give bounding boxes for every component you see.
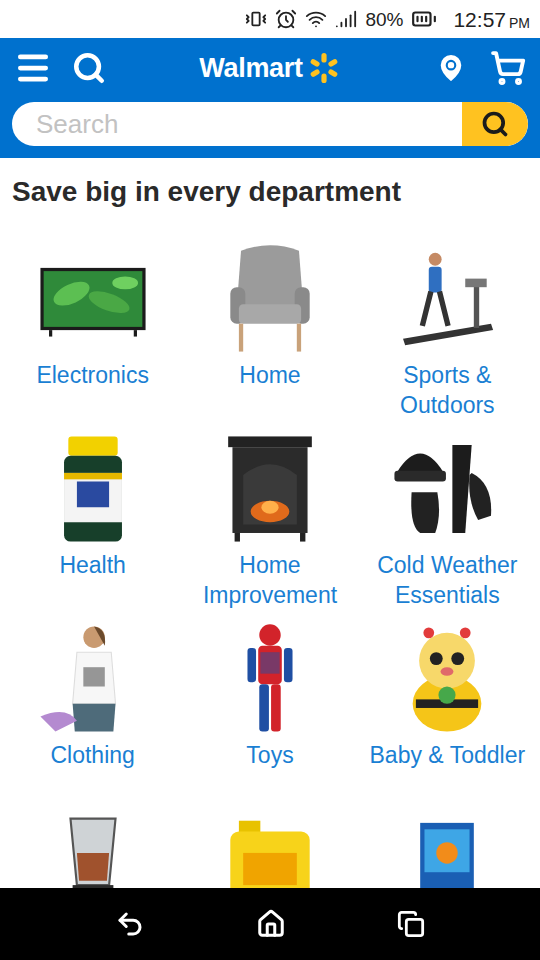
section-heading: Save big in every department	[0, 158, 540, 210]
department-image	[388, 234, 506, 358]
department-image	[34, 424, 152, 548]
location-icon[interactable]	[434, 51, 468, 85]
department-card[interactable]	[4, 804, 181, 888]
header: Walmart Search	[0, 38, 540, 158]
wifi-icon	[305, 8, 327, 30]
department-card[interactable]: Home Improvement	[181, 424, 358, 610]
signal-icon	[335, 8, 357, 30]
movie-icon	[388, 810, 506, 888]
recents-icon[interactable]	[397, 910, 425, 938]
spark-icon	[307, 51, 341, 85]
department-grid: Electronics Home Sports & Outdoors Health Ho…	[0, 234, 540, 888]
department-label: Baby & Toddler	[366, 738, 530, 800]
department-label: Toys	[242, 738, 297, 800]
logo[interactable]: Walmart	[164, 48, 376, 89]
home-icon[interactable]	[256, 909, 286, 939]
department-label: Health	[55, 548, 129, 610]
menu-icon[interactable]	[14, 49, 52, 87]
department-label: Home Improvement	[181, 548, 358, 610]
bee-toy-icon	[388, 620, 506, 738]
detergent-icon	[211, 810, 329, 888]
search-input[interactable]: Search	[12, 102, 462, 146]
fireplace-icon	[211, 430, 329, 548]
search-icon[interactable]	[72, 51, 106, 85]
department-image	[388, 804, 506, 888]
alarm-icon	[275, 8, 297, 30]
search-row: Search	[0, 98, 540, 146]
department-image	[34, 234, 152, 358]
department-card[interactable]	[359, 804, 536, 888]
department-image	[34, 804, 152, 888]
clock: 12:57PM	[453, 9, 530, 30]
clock-time: 12:57	[453, 9, 506, 30]
department-card[interactable]: Sports & Outdoors	[359, 234, 536, 420]
logo-text: Walmart	[199, 48, 302, 89]
department-label: Electronics	[32, 358, 152, 420]
department-image	[388, 614, 506, 738]
department-card[interactable]: Health	[4, 424, 181, 610]
content: Save big in every department Electronics H…	[0, 158, 540, 888]
left-actions	[14, 49, 164, 87]
back-icon[interactable]	[115, 909, 145, 939]
department-card[interactable]	[181, 804, 358, 888]
department-label: Clothing	[46, 738, 138, 800]
department-card[interactable]: Home	[181, 234, 358, 420]
battery-level: 80%	[365, 10, 403, 29]
top-bar: Walmart	[0, 38, 540, 98]
department-image	[211, 234, 329, 358]
search-button-icon	[481, 110, 509, 138]
department-image	[34, 614, 152, 738]
treadmill-icon	[388, 240, 506, 358]
navigation-bar	[0, 888, 540, 960]
department-card[interactable]: Electronics	[4, 234, 181, 420]
clothing-model-icon	[34, 620, 152, 738]
battery-icon	[411, 6, 437, 32]
department-card[interactable]: Baby & Toddler	[359, 614, 536, 800]
clock-period: PM	[509, 16, 530, 30]
tv-icon	[34, 240, 152, 358]
status-bar: 80% 12:57PM	[0, 0, 540, 38]
search-field: Search	[12, 102, 528, 146]
department-label: Home	[235, 358, 304, 420]
department-image	[211, 614, 329, 738]
action-figure-icon	[211, 620, 329, 738]
blender-icon	[34, 810, 152, 888]
right-actions	[376, 50, 526, 86]
cart-icon[interactable]	[490, 50, 526, 86]
hat-gloves-icon	[388, 430, 506, 548]
department-card[interactable]: Clothing	[4, 614, 181, 800]
department-image	[211, 804, 329, 888]
department-label: Sports & Outdoors	[359, 358, 536, 420]
vitamin-bottle-icon	[34, 430, 152, 548]
department-card[interactable]: Cold Weather Essentials	[359, 424, 536, 610]
armchair-icon	[211, 240, 329, 358]
department-card[interactable]: Toys	[181, 614, 358, 800]
department-image	[388, 424, 506, 548]
department-image	[211, 424, 329, 548]
department-label: Cold Weather Essentials	[359, 548, 536, 610]
search-button[interactable]	[462, 102, 528, 146]
app: 80% 12:57PM Walmart Search Save big in every…	[0, 0, 540, 960]
vibrate-icon	[245, 8, 267, 30]
